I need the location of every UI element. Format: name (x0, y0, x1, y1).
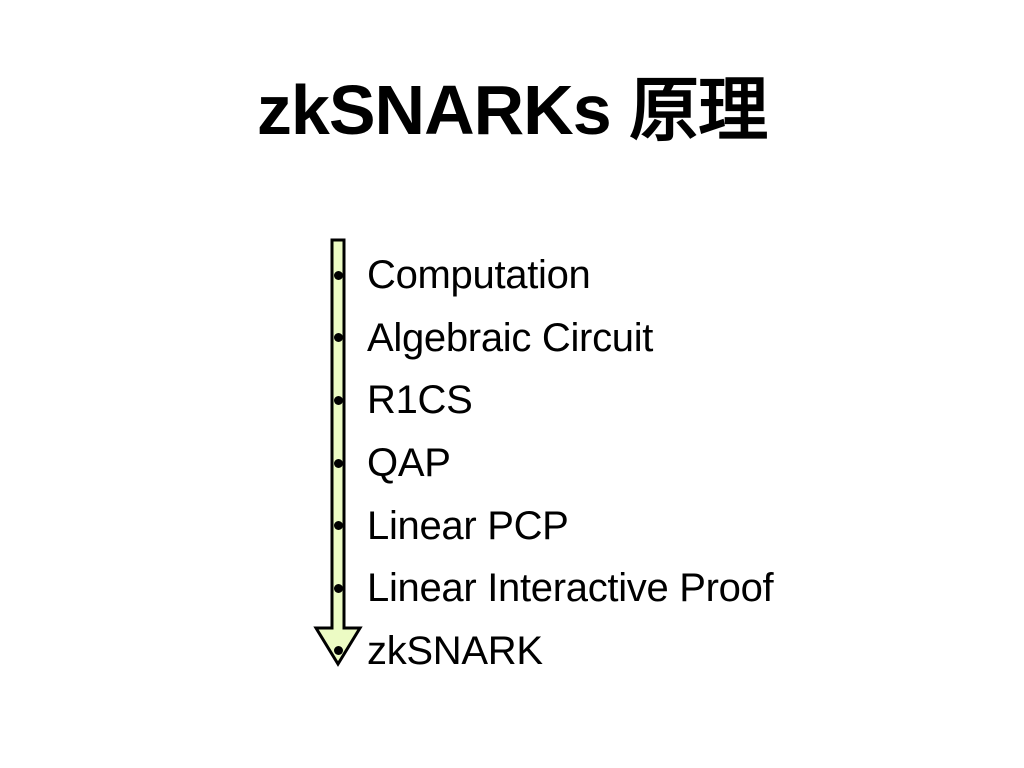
process-step-list: Computation Algebraic Circuit R1CS QAP L… (330, 244, 774, 683)
step-label: R1CS (367, 378, 473, 423)
bullet-icon (334, 646, 343, 656)
bullet-icon (334, 333, 343, 343)
step-label: Linear Interactive Proof (367, 566, 774, 611)
process-step: zkSNARK (330, 620, 773, 683)
bullet-icon (334, 458, 343, 468)
step-label: Computation (367, 253, 591, 298)
process-step: Algebraic Circuit (330, 307, 773, 370)
slide-title: zkSNARKs 原理 (256, 71, 768, 149)
process-step: Linear Interactive Proof (330, 557, 774, 620)
step-label: zkSNARK (367, 628, 543, 673)
step-label: QAP (367, 441, 451, 486)
step-label: Linear PCP (367, 503, 569, 548)
process-step: Computation (330, 244, 773, 307)
bullet-icon (334, 521, 343, 531)
step-label: Algebraic Circuit (367, 315, 654, 360)
process-step: QAP (330, 432, 773, 495)
bullet-icon (334, 395, 343, 405)
process-step: Linear PCP (330, 494, 773, 557)
process-step: R1CS (330, 369, 773, 432)
bullet-icon (334, 583, 343, 593)
bullet-icon (334, 270, 343, 280)
